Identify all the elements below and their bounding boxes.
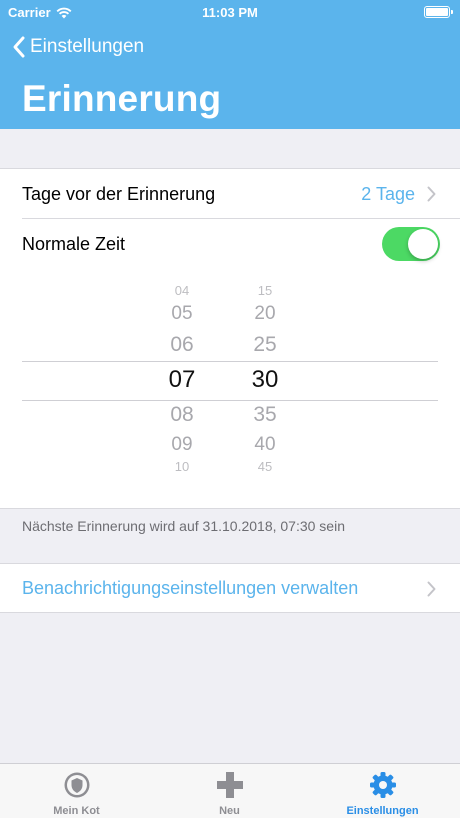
normal-time-toggle[interactable]	[382, 227, 440, 261]
notification-settings-link[interactable]: Benachrichtigungseinstellungen verwalten	[0, 563, 460, 613]
tab-einstellungen[interactable]: Einstellungen	[306, 764, 459, 818]
page-title: Erinnerung	[22, 78, 222, 119]
battery-icon	[424, 6, 453, 18]
picker-hour-item[interactable]: 05	[152, 303, 212, 325]
picker-selection-bottom-line	[22, 400, 438, 401]
picker-selection-top-line	[22, 361, 438, 362]
picker-minute-item[interactable]: 15	[235, 283, 295, 298]
toggle-knob	[408, 229, 438, 259]
tab-neu[interactable]: Neu	[153, 764, 306, 818]
plus-icon	[216, 772, 243, 798]
picker-hour-item[interactable]: 04	[152, 283, 212, 298]
picker-minute-item[interactable]: 40	[235, 434, 295, 456]
picker-hour-item[interactable]: 08	[152, 403, 212, 427]
chevron-right-icon	[427, 581, 436, 597]
days-before-label: Tage vor der Erinnerung	[22, 183, 216, 204]
days-before-row[interactable]: Tage vor der Erinnerung 2 Tage	[22, 169, 460, 219]
gear-icon	[369, 772, 396, 798]
reminder-settings-section: Tage vor der Erinnerung 2 Tage Normale Z…	[0, 168, 460, 509]
tab-label: Mein Kot	[53, 805, 100, 817]
status-bar: Carrier 11:03 PM	[0, 0, 460, 26]
picker-minute-item[interactable]: 35	[235, 403, 295, 427]
picker-hour-item[interactable]: 09	[152, 434, 212, 456]
chevron-right-icon	[427, 186, 436, 202]
tab-label: Einstellungen	[346, 805, 419, 817]
days-before-value-group[interactable]: 2 Tage	[361, 184, 436, 205]
picker-hour-selected[interactable]: 07	[152, 366, 212, 394]
picker-minute-item[interactable]: 20	[235, 303, 295, 325]
tab-label: Neu	[219, 805, 240, 817]
days-before-value: 2 Tage	[361, 183, 415, 204]
chevron-left-icon	[13, 36, 25, 58]
next-reminder-note: Nächste Erinnerung wird auf 31.10.2018, …	[22, 518, 345, 534]
picker-hour-item[interactable]: 06	[152, 333, 212, 357]
normal-time-label: Normale Zeit	[22, 233, 126, 254]
tab-mein-kot[interactable]: Mein Kot	[0, 764, 153, 818]
notification-settings-label: Benachrichtigungseinstellungen verwalten	[22, 578, 359, 598]
status-time: 11:03 PM	[202, 5, 258, 20]
shield-icon	[64, 772, 89, 798]
back-button-label: Einstellungen	[30, 36, 145, 57]
navigation-header: Carrier 11:03 PM Einstellungen Erinnerun…	[0, 0, 460, 129]
picker-minute-selected[interactable]: 30	[235, 366, 295, 394]
picker-minute-item[interactable]: 45	[235, 459, 295, 474]
tab-bar: Mein Kot Neu Einstellungen	[0, 763, 460, 818]
picker-hour-item[interactable]: 10	[152, 459, 212, 474]
time-picker[interactable]: 04 05 06 07 08 09 10 15 20 25 30 35 40 4…	[0, 277, 460, 477]
back-button[interactable]: Einstellungen	[12, 33, 144, 61]
picker-minute-item[interactable]: 25	[235, 333, 295, 357]
